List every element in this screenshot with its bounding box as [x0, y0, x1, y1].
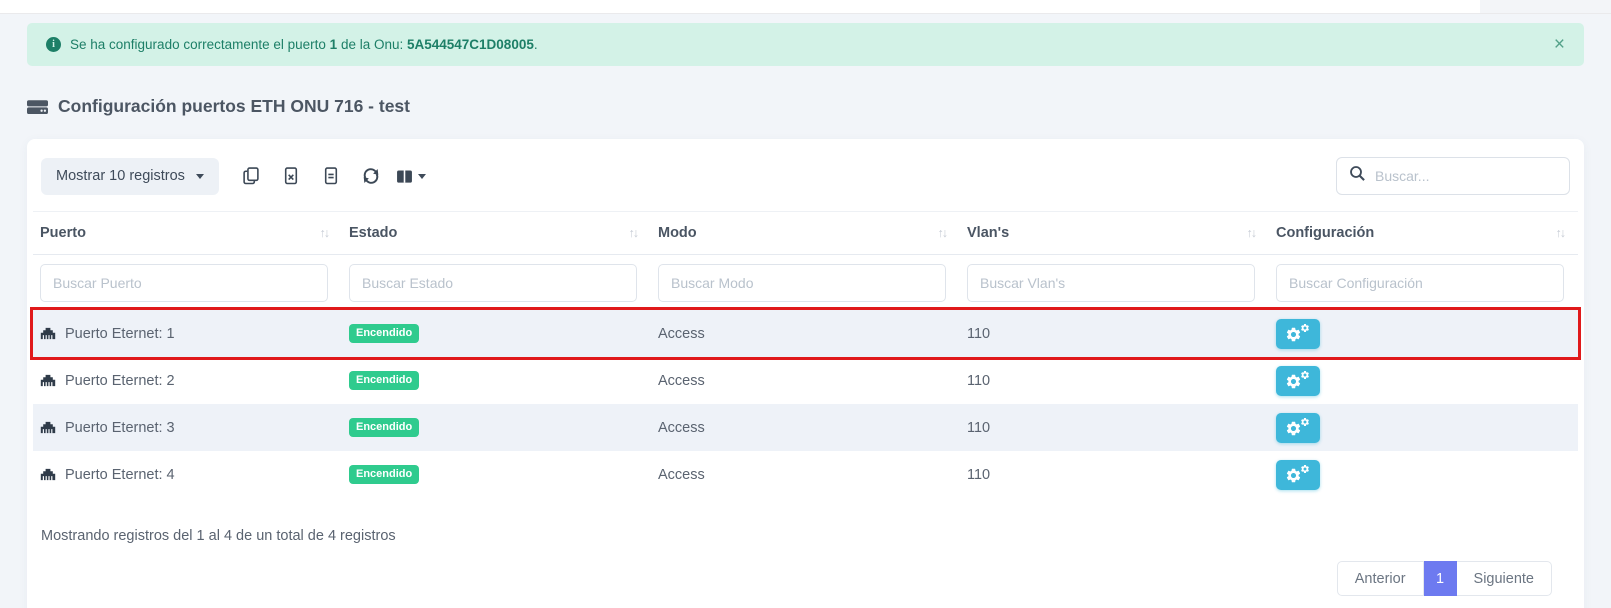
top-bar-right-widget	[1480, 0, 1611, 13]
show-entries-label: Mostrar 10 registros	[56, 168, 185, 184]
configure-port-button[interactable]	[1276, 460, 1320, 490]
column-header-estado[interactable]: Estado ↑↓	[342, 212, 651, 254]
file-text-icon	[326, 168, 337, 183]
info-circle-icon: i	[46, 37, 61, 52]
refresh-button[interactable]	[351, 158, 391, 195]
next-page-button[interactable]: Siguiente	[1457, 561, 1552, 596]
table-row: Puerto Eternet: 1 Encendido Access 110	[33, 310, 1578, 357]
search-input[interactable]	[1375, 168, 1557, 184]
ports-table: Puerto ↑↓ Estado ↑↓ Modo ↑↓ Vlan's ↑↓	[33, 211, 1578, 498]
filter-configuracion-input[interactable]	[1276, 264, 1564, 302]
port-name: Puerto Eternet: 3	[65, 420, 175, 436]
vlan-value: 110	[967, 420, 990, 436]
status-badge: Encendido	[349, 418, 419, 437]
vlan-value: 110	[967, 326, 990, 342]
filter-puerto-input[interactable]	[40, 264, 328, 302]
page-title: Configuración puertos ETH ONU 716 - test	[27, 96, 1584, 117]
column-header-puerto[interactable]: Puerto ↑↓	[33, 212, 342, 254]
show-entries-dropdown[interactable]: Mostrar 10 registros	[41, 158, 219, 195]
status-badge: Encendido	[349, 324, 419, 343]
configure-port-button[interactable]	[1276, 413, 1320, 443]
column-visibility-button[interactable]	[391, 158, 431, 195]
table-search	[1336, 157, 1570, 195]
mode-value: Access	[658, 467, 705, 483]
caret-down-icon	[196, 174, 204, 179]
vlan-value: 110	[967, 373, 990, 389]
table-row: Puerto Eternet: 2 Encendido Access 110	[33, 357, 1578, 404]
sort-icon[interactable]: ↑↓	[629, 226, 638, 240]
column-header-configuracion[interactable]: Configuración ↑↓	[1269, 212, 1578, 254]
vlan-value: 110	[967, 467, 990, 483]
alert-onu-id: 5A544547C1D08005	[407, 37, 534, 52]
table-filter-row	[33, 255, 1578, 310]
table-header-row: Puerto ↑↓ Estado ↑↓ Modo ↑↓ Vlan's ↑↓	[33, 211, 1578, 255]
port-name: Puerto Eternet: 2	[65, 373, 175, 389]
port-name: Puerto Eternet: 4	[65, 467, 175, 483]
close-icon: ×	[1554, 34, 1565, 55]
filter-estado-input[interactable]	[349, 264, 637, 302]
ethernet-icon	[40, 327, 56, 340]
status-badge: Encendido	[349, 465, 419, 484]
table-toolbar: Mostrar 10 registros	[41, 157, 1570, 195]
sort-icon[interactable]: ↑↓	[320, 226, 329, 240]
table-row: Puerto Eternet: 4 Encendido Access 110	[33, 451, 1578, 498]
table-row: Puerto Eternet: 3 Encendido Access 110	[33, 404, 1578, 451]
port-name: Puerto Eternet: 1	[65, 326, 175, 342]
sort-icon[interactable]: ↑↓	[1247, 226, 1256, 240]
top-bar	[0, 0, 1611, 14]
records-summary: Mostrando registros del 1 al 4 de un tot…	[41, 528, 1570, 544]
mode-value: Access	[658, 420, 705, 436]
export-excel-button[interactable]	[271, 158, 311, 195]
page-title-text: Configuración puertos ETH ONU 716 - test	[58, 96, 410, 117]
excel-icon	[286, 168, 297, 183]
filter-vlans-input[interactable]	[967, 264, 1255, 302]
ethernet-icon	[40, 468, 56, 481]
search-icon	[1349, 165, 1366, 187]
hdd-icon	[27, 98, 48, 115]
export-file-button[interactable]	[311, 158, 351, 195]
page-content: i Se ha configurado correctamente el pue…	[0, 23, 1611, 608]
ethernet-icon	[40, 421, 56, 434]
column-header-vlans[interactable]: Vlan's ↑↓	[960, 212, 1269, 254]
previous-page-button[interactable]: Anterior	[1337, 561, 1424, 596]
configure-port-button[interactable]	[1276, 366, 1320, 396]
filter-modo-input[interactable]	[658, 264, 946, 302]
pagination: Anterior 1 Siguiente	[41, 561, 1552, 596]
success-alert: i Se ha configurado correctamente el pue…	[27, 23, 1584, 66]
sort-icon[interactable]: ↑↓	[1556, 226, 1565, 240]
mode-value: Access	[658, 373, 705, 389]
ethernet-icon	[40, 374, 56, 387]
status-badge: Encendido	[349, 371, 419, 390]
configure-port-button[interactable]	[1276, 319, 1320, 349]
copy-icon	[244, 171, 254, 183]
screen: i Se ha configurado correctamente el pue…	[0, 0, 1611, 608]
alert-message: Se ha configurado correctamente el puert…	[70, 37, 538, 52]
alert-close-button[interactable]: ×	[1554, 35, 1565, 54]
mode-value: Access	[658, 326, 705, 342]
page-1-button[interactable]: 1	[1424, 561, 1457, 596]
table-card: Mostrar 10 registros	[27, 139, 1584, 608]
sort-icon[interactable]: ↑↓	[938, 226, 947, 240]
caret-down-icon	[418, 174, 426, 179]
column-header-modo[interactable]: Modo ↑↓	[651, 212, 960, 254]
copy-button[interactable]	[231, 158, 271, 195]
